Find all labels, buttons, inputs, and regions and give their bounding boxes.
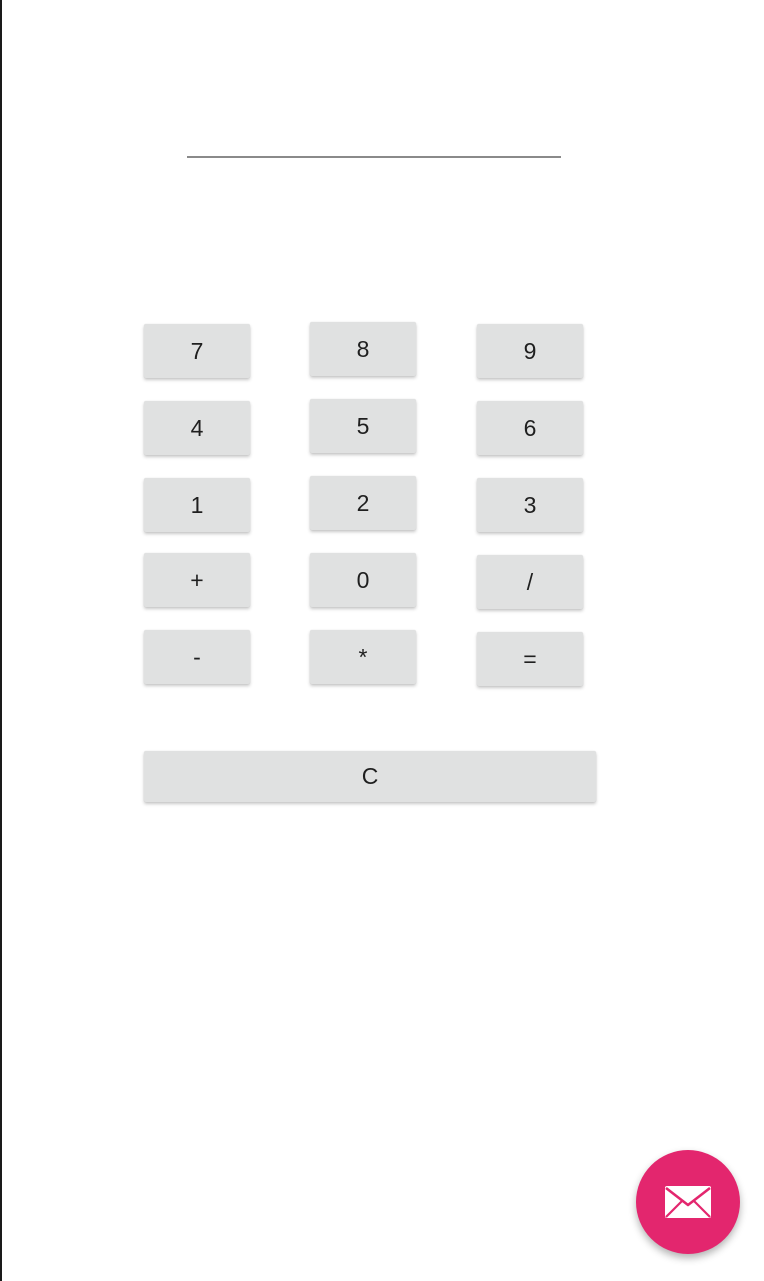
key-8[interactable]: 8 <box>310 322 416 376</box>
mail-icon <box>664 1185 712 1219</box>
key-9[interactable]: 9 <box>477 324 583 378</box>
key-divide[interactable]: / <box>477 555 583 609</box>
key-0[interactable]: 0 <box>310 553 416 607</box>
key-1[interactable]: 1 <box>144 478 250 532</box>
key-6[interactable]: 6 <box>477 401 583 455</box>
key-minus[interactable]: - <box>144 630 250 684</box>
key-plus[interactable]: + <box>144 553 250 607</box>
mail-fab-button[interactable] <box>636 1150 740 1254</box>
clear-button[interactable]: C <box>144 751 596 802</box>
window-left-edge <box>0 0 2 1281</box>
key-7[interactable]: 7 <box>144 324 250 378</box>
key-5[interactable]: 5 <box>310 399 416 453</box>
key-3[interactable]: 3 <box>477 478 583 532</box>
key-4[interactable]: 4 <box>144 401 250 455</box>
calculator-display-input[interactable] <box>187 110 561 158</box>
key-multiply[interactable]: * <box>310 630 416 684</box>
key-2[interactable]: 2 <box>310 476 416 530</box>
key-equals[interactable]: = <box>477 632 583 686</box>
